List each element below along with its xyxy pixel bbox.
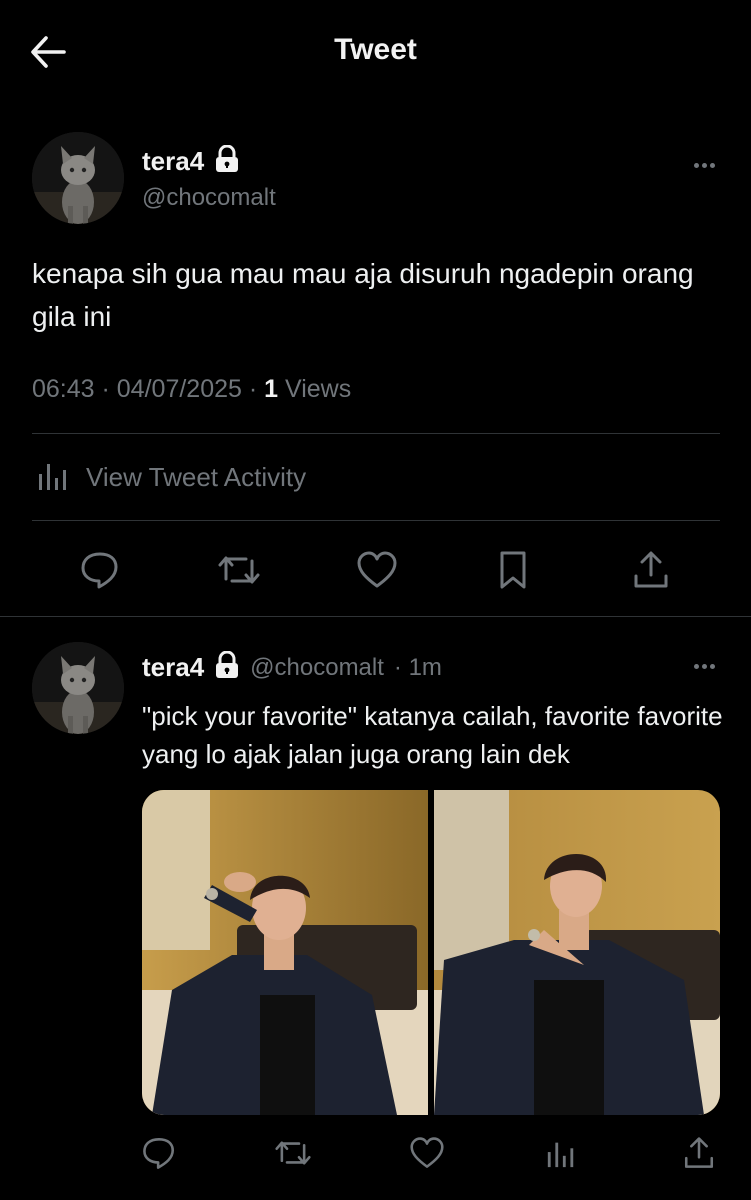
lock-icon — [214, 144, 240, 178]
views-label: Views — [284, 375, 352, 403]
reply-icon[interactable] — [137, 1131, 181, 1175]
tweet-meta: 06:43 · 04/07/2025 · 1 Views — [32, 375, 352, 403]
media-grid — [142, 790, 720, 1115]
divider — [32, 520, 720, 521]
tweet-time: 06:43 — [32, 375, 95, 403]
author-name-row: tera4 — [142, 144, 240, 178]
avatar[interactable] — [32, 132, 124, 224]
views-icon[interactable] — [539, 1131, 583, 1175]
reply-author-row: tera4 @chocomalt · 1m — [142, 650, 442, 684]
activity-label: View Tweet Activity — [86, 462, 307, 492]
top-bar: Tweet — [0, 0, 751, 104]
avatar[interactable] — [32, 642, 124, 734]
share-icon[interactable] — [677, 1131, 721, 1175]
time-ago: · 1m — [393, 653, 442, 681]
handle[interactable]: @chocomalt — [142, 184, 276, 212]
display-name[interactable]: tera4 — [142, 146, 204, 177]
retweet-icon[interactable] — [214, 545, 264, 595]
like-icon[interactable] — [352, 545, 402, 595]
views-count: 1 — [264, 375, 279, 403]
more-options-icon[interactable] — [692, 155, 732, 175]
reply-text: "pick your favorite" katanya cailah, fav… — [142, 701, 723, 769]
handle[interactable]: @chocomalt — [250, 654, 384, 682]
view-tweet-activity[interactable]: View Tweet Activity — [36, 458, 306, 497]
photo-2[interactable] — [434, 790, 720, 1115]
retweet-icon[interactable] — [271, 1131, 315, 1175]
page-title: Tweet — [334, 33, 417, 66]
tweet-date: 04/07/2025 — [116, 375, 242, 403]
bookmark-icon[interactable] — [488, 545, 538, 595]
photo-1[interactable] — [142, 790, 428, 1115]
divider — [32, 433, 720, 434]
lock-icon — [214, 650, 240, 684]
divider — [0, 616, 751, 617]
display-name[interactable]: tera4 — [142, 652, 204, 683]
reply-icon[interactable] — [75, 545, 125, 595]
tweet-text: kenapa sih gua mau mau aja disuruh ngade… — [32, 258, 694, 332]
share-icon[interactable] — [626, 545, 676, 595]
more-options-icon[interactable] — [692, 656, 732, 676]
like-icon[interactable] — [405, 1131, 449, 1175]
analytics-icon — [36, 458, 70, 497]
